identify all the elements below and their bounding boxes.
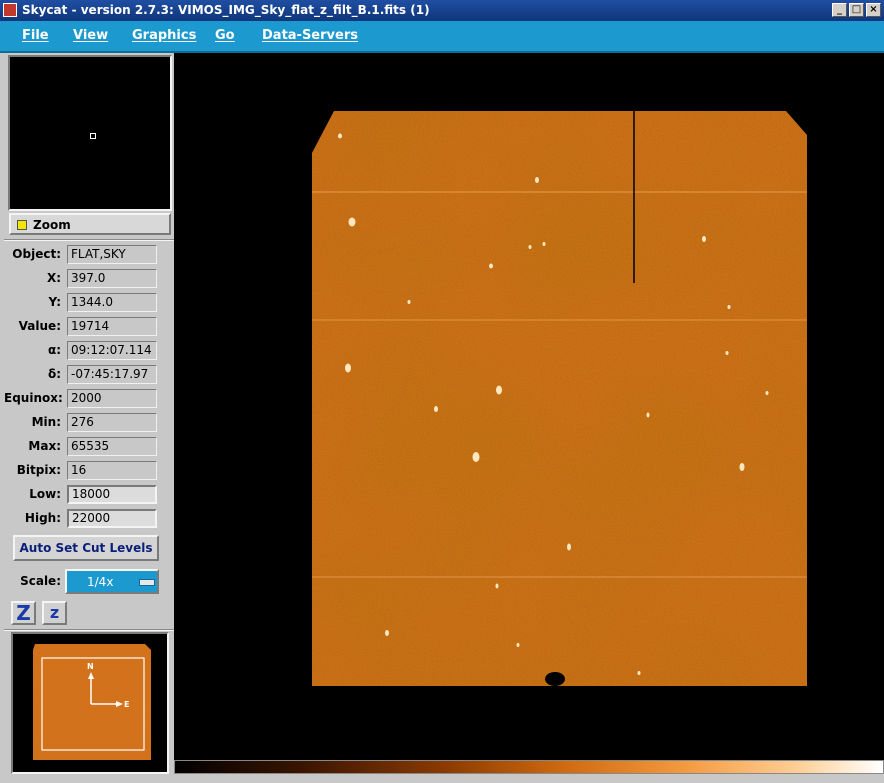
field-label-low: Low: [29, 487, 61, 501]
compass-east-label: E [124, 700, 129, 709]
field-label-ra: α: [47, 343, 61, 357]
field-value-max: 65535 [67, 437, 157, 456]
scale-label: Scale: [20, 574, 61, 588]
menu-bar: File View Graphics Go Data-Servers [0, 21, 884, 53]
zoom-toggle[interactable]: Zoom [9, 213, 171, 235]
field-label-value: Value: [18, 319, 61, 333]
field-value-x: 397.0 [67, 269, 157, 288]
field-label-dec: δ: [47, 367, 61, 381]
menu-data-servers[interactable]: Data-Servers [262, 28, 358, 43]
field-value-min: 276 [67, 413, 157, 432]
divider [4, 629, 174, 631]
field-value-high-input[interactable]: 22000 [67, 509, 157, 528]
image-display[interactable] [174, 53, 884, 760]
colorbar[interactable] [174, 760, 884, 774]
menu-file[interactable]: File [22, 28, 49, 43]
field-value-low-input[interactable]: 18000 [67, 485, 157, 504]
option-menu-indicator-icon [139, 579, 155, 586]
divider [4, 239, 174, 241]
zoom-out-button[interactable]: z [42, 601, 67, 625]
field-label-object: Object: [12, 247, 61, 261]
field-label-min: Min: [31, 415, 61, 429]
field-label-y: Y: [48, 295, 61, 309]
zoom-label: Zoom [33, 218, 71, 232]
field-value-bitpix: 16 [67, 461, 157, 480]
field-label-bitpix: Bitpix: [16, 463, 61, 477]
auto-set-cut-levels-button[interactable]: Auto Set Cut Levels [13, 535, 159, 561]
panner-view[interactable]: N E [11, 632, 169, 774]
maximize-icon[interactable]: □ [849, 3, 864, 17]
app-icon[interactable] [3, 3, 17, 17]
zoom-indicator [17, 220, 27, 230]
field-value-y: 1344.0 [67, 293, 157, 312]
menu-graphics[interactable]: Graphics [132, 28, 196, 43]
title-bar: Skycat - version 2.7.3: VIMOS_IMG_Sky_fl… [0, 0, 884, 21]
bottom-strip [174, 774, 884, 783]
compass-north-label: N [87, 662, 94, 671]
field-value-ra: 09:12:07.114 [67, 341, 157, 360]
fits-image [312, 111, 807, 686]
window-title: Skycat - version 2.7.3: VIMOS_IMG_Sky_fl… [22, 3, 430, 17]
field-value-dec: -07:45:17.97 [67, 365, 157, 384]
panner-thumbnail: N E [33, 644, 151, 760]
field-label-max: Max: [28, 439, 61, 453]
scale-value: 1/4x [87, 575, 114, 589]
minimize-icon[interactable]: _ [832, 3, 847, 17]
menu-go[interactable]: Go [215, 28, 235, 43]
zoom-view[interactable] [8, 55, 172, 211]
zoom-cursor-marker [90, 133, 96, 139]
menu-view[interactable]: View [73, 28, 108, 43]
zoom-in-button[interactable]: Z [11, 601, 36, 625]
close-icon[interactable]: × [866, 3, 881, 17]
field-value-object: FLAT,SKY [67, 245, 157, 264]
field-label-equinox: Equinox: [4, 391, 63, 405]
scale-menu[interactable]: 1/4x [65, 569, 159, 594]
field-value-value: 19714 [67, 317, 157, 336]
control-panel: Zoom Object: FLAT,SKY X: 397.0 Y: 1344.0 Value… [4, 53, 174, 778]
field-value-equinox: 2000 [67, 389, 157, 408]
field-label-x: X: [46, 271, 61, 285]
field-label-high: High: [24, 511, 61, 525]
